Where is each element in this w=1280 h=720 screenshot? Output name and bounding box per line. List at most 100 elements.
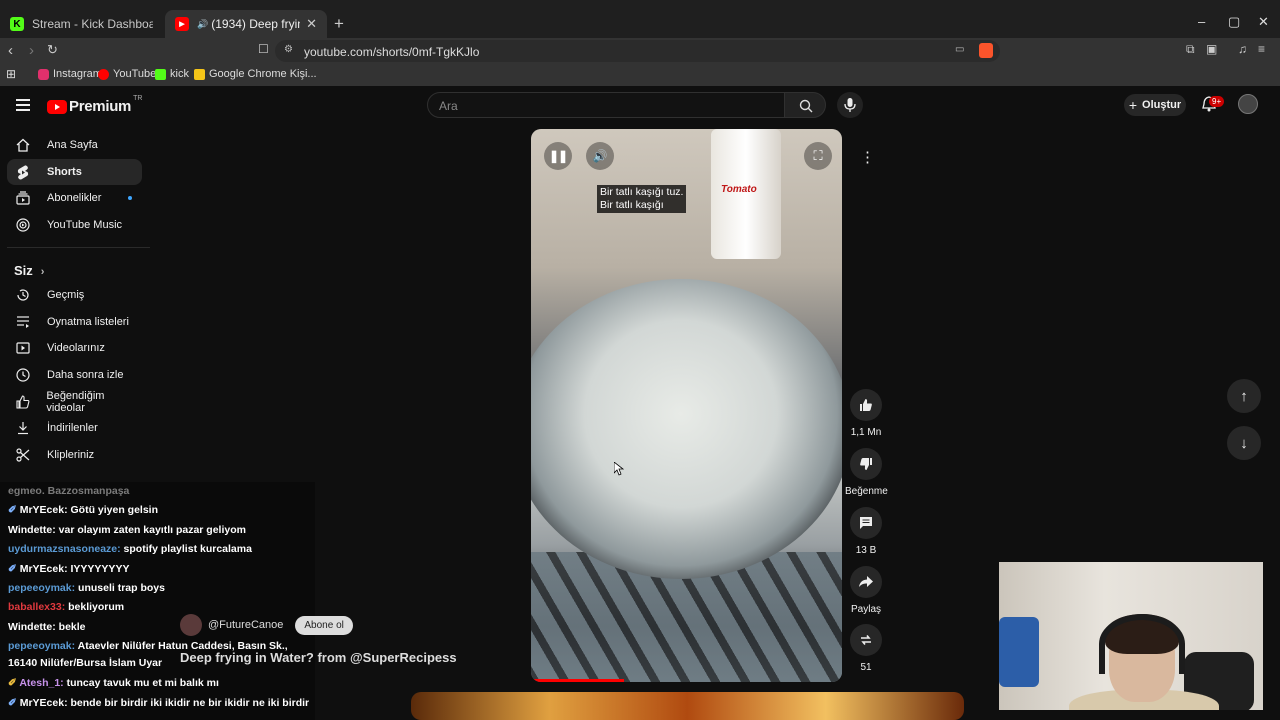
hamburger-menu-icon[interactable]: [16, 99, 30, 114]
chat-message: Windette: var olayım zaten kayıtlı pazar…: [8, 523, 246, 536]
bookmark-folder[interactable]: Google Chrome Kişi...: [194, 68, 317, 80]
tomato-can-image: Tomato: [711, 129, 781, 259]
sidebar-item-subscriptions[interactable]: Abonelikler: [7, 185, 142, 211]
microphone-icon: [844, 98, 856, 112]
sidebar-item-playlists[interactable]: Oynatma listeleri: [7, 309, 142, 335]
clip-icon: [15, 447, 31, 463]
notification-count-badge: 9+: [1209, 96, 1225, 107]
mouse-cursor-icon: [614, 462, 624, 476]
arrow-down-icon: ↓: [1240, 434, 1248, 452]
next-short-preview[interactable]: [411, 692, 964, 720]
minimize-button[interactable]: –: [1198, 14, 1205, 29]
chat-message: egmeo. Bazzosmanpaşa: [8, 485, 130, 497]
water-jug-image: [999, 617, 1039, 687]
more-options-icon[interactable]: ⋮: [860, 148, 875, 166]
bookmark-kick[interactable]: kick: [155, 68, 189, 80]
tab-kick-dashboard[interactable]: K Stream - Kick Dashboard: [0, 10, 163, 38]
bookmark-instagram[interactable]: Instagram: [38, 68, 102, 80]
youtube-favicon-icon: ▶: [175, 17, 189, 31]
remix-icon[interactable]: [850, 624, 882, 656]
sidebar-item-home[interactable]: Ana Sayfa: [7, 132, 142, 158]
bookmark-youtube[interactable]: YouTube: [98, 68, 156, 80]
sidebar-item-history[interactable]: Geçmiş: [7, 282, 142, 308]
chat-message: ✐ MrYEcek: bende bir birdir iki ikidir n…: [8, 696, 310, 709]
sidebar-item-your-videos[interactable]: Videolarınız: [7, 335, 142, 361]
shorts-video-player[interactable]: Tomato ❚❚ 🔊 ⛶ Bir tatlı kaşığı tuz. Bir …: [531, 129, 842, 682]
bookmarks-bar: ⊞ Instagram YouTube kick Google Chrome K…: [0, 64, 1280, 86]
volume-button[interactable]: 🔊: [586, 142, 614, 170]
url-text: youtube.com/shorts/0mf-TgkKJlo: [304, 45, 480, 59]
sidebar-item-watch-later[interactable]: Daha sonra izle: [7, 362, 142, 388]
comments-action[interactable]: 13 B: [845, 507, 887, 556]
chevron-right-icon: ›: [40, 266, 45, 278]
tab-youtube-short[interactable]: ▶ 🔊 (1934) Deep frying in Water? ✕: [165, 10, 327, 38]
comment-count: 13 B: [855, 545, 877, 556]
audio-icon[interactable]: 🔊: [197, 19, 208, 30]
clock-icon: [15, 367, 31, 383]
media-icon[interactable]: ♫: [1238, 42, 1247, 56]
search-icon: [799, 99, 813, 113]
channel-name[interactable]: @FutureCanoe: [208, 619, 283, 631]
search-bar: Ara: [427, 92, 826, 118]
close-window-button[interactable]: ✕: [1258, 14, 1269, 30]
extensions-icon[interactable]: ⧉: [1186, 42, 1195, 57]
sidebar-toggle-icon[interactable]: ▣: [1206, 42, 1217, 56]
create-button[interactable]: + Oluştur: [1124, 94, 1186, 116]
reload-icon[interactable]: ↻: [47, 42, 58, 58]
maximize-button[interactable]: ▢: [1228, 14, 1240, 30]
voice-search-button[interactable]: [837, 92, 863, 118]
like-count: 1,1 Mn: [850, 427, 882, 438]
menu-icon[interactable]: ≡: [1258, 42, 1265, 56]
sidebar-item-youtube-music[interactable]: YouTube Music: [7, 212, 142, 238]
search-input[interactable]: Ara: [427, 92, 785, 118]
thumbs-down-icon[interactable]: [850, 448, 882, 480]
forward-icon[interactable]: ›: [29, 42, 34, 59]
chat-message: ✐ MrYEcek: IYYYYYYYY: [8, 562, 130, 575]
headphones-image: [1099, 614, 1185, 674]
sidebar-you-heading[interactable]: Siz ›: [14, 263, 44, 278]
badge-icon: ✐: [8, 677, 20, 690]
share-label: Paylaş: [850, 604, 881, 615]
close-tab-icon[interactable]: ✕: [306, 16, 317, 32]
subscribe-button[interactable]: Abone ol: [295, 615, 353, 635]
like-action[interactable]: 1,1 Mn: [845, 389, 887, 438]
bookmark-icon[interactable]: ☐: [258, 42, 269, 56]
fullscreen-button[interactable]: ⛶: [804, 142, 832, 170]
thumbs-up-icon[interactable]: [850, 389, 882, 421]
dislike-label: Beğenme: [845, 486, 888, 497]
history-icon: [15, 287, 31, 303]
previous-short-button[interactable]: ↑: [1227, 379, 1261, 413]
url-field[interactable]: ⚙ youtube.com/shorts/0mf-TgkKJlo ▭: [275, 40, 1000, 62]
back-icon[interactable]: ‹: [8, 42, 13, 59]
site-info-icon[interactable]: ⚙: [284, 44, 293, 55]
sidebar-item-clips[interactable]: Klipleriniz: [7, 442, 142, 468]
next-short-button[interactable]: ↓: [1227, 426, 1261, 460]
home-icon: [15, 137, 31, 153]
brave-shield-icon[interactable]: [979, 43, 993, 58]
remix-action[interactable]: 51: [845, 624, 887, 673]
video-progress-bar[interactable]: [531, 679, 625, 682]
channel-info: @FutureCanoe Abone ol: [180, 614, 353, 636]
account-avatar[interactable]: [1238, 94, 1258, 114]
pause-button[interactable]: ❚❚: [544, 142, 572, 170]
short-title: Deep frying in Water? from @SuperRecipes…: [180, 650, 457, 665]
share-action[interactable]: Paylaş: [845, 566, 887, 615]
search-button[interactable]: [784, 92, 826, 118]
comment-icon[interactable]: [850, 507, 882, 539]
chat-message: uydurmazsnasoneaze: spotify playlist kur…: [8, 543, 252, 556]
sidebar-item-liked-videos[interactable]: Beğendiğim videolar: [7, 389, 142, 415]
share-icon[interactable]: [850, 566, 882, 598]
sidebar-item-shorts[interactable]: Shorts: [7, 159, 142, 185]
cast-icon[interactable]: ▭: [955, 44, 964, 55]
sidebar-item-downloads[interactable]: İndirilenler: [7, 415, 142, 441]
youtube-premium-logo[interactable]: Premium TR: [47, 95, 142, 115]
download-icon: [15, 420, 31, 436]
tab-title: Stream - Kick Dashboard: [32, 17, 153, 31]
dislike-action[interactable]: Beğenme: [845, 448, 888, 497]
like-icon: [15, 394, 30, 410]
chat-message: ✐ MrYEcek: Götü yiyen gelsin: [8, 504, 159, 517]
channel-avatar[interactable]: [180, 614, 202, 636]
apps-icon[interactable]: ⊞: [6, 67, 16, 81]
video-icon: [15, 340, 31, 356]
new-tab-button[interactable]: +: [334, 14, 344, 34]
